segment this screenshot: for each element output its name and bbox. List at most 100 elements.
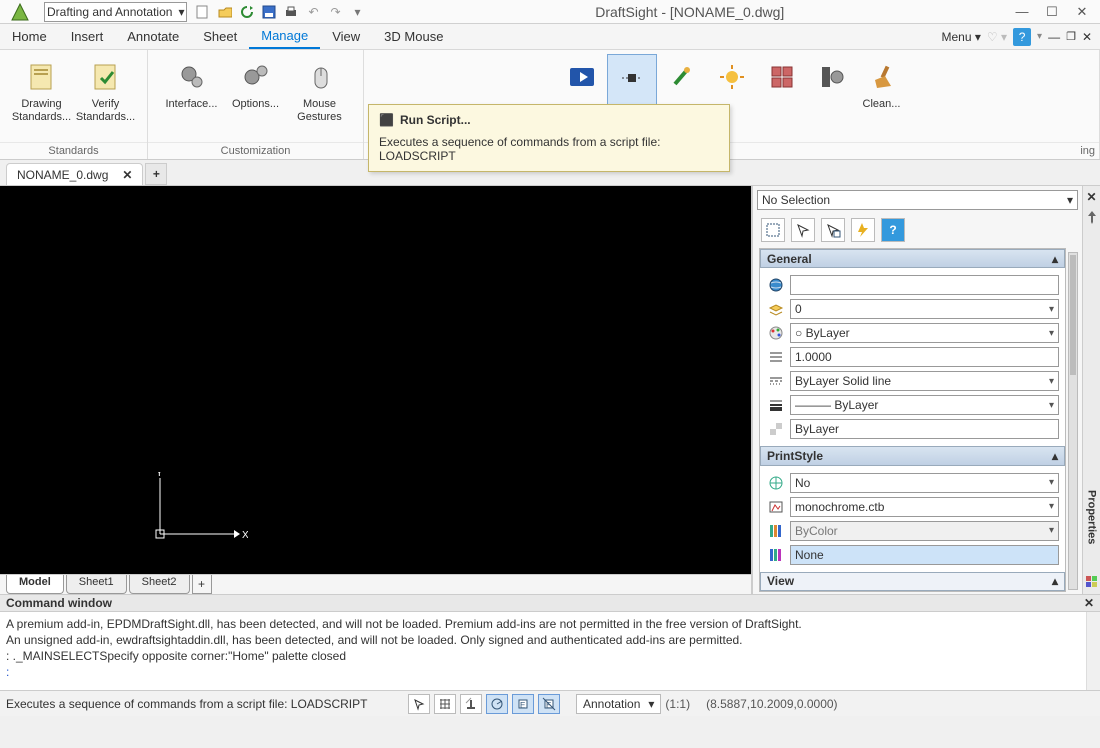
layer-icon xyxy=(766,300,786,318)
tab-insert[interactable]: Insert xyxy=(59,24,116,49)
attach-icon xyxy=(665,60,699,94)
printstyle-active-field[interactable]: No▾ xyxy=(790,473,1059,493)
hyperlink-field[interactable] xyxy=(790,275,1059,295)
drawing-standards-button[interactable]: Drawing Standards... xyxy=(10,54,74,142)
status-etrack-button[interactable]: E xyxy=(538,694,560,714)
scale-icon xyxy=(766,348,786,366)
clean-button[interactable]: Clean... xyxy=(857,54,907,142)
mouse-gestures-button[interactable]: Mouse Gestures xyxy=(288,54,352,142)
filmgear-button[interactable] xyxy=(807,54,857,142)
qat-new-icon[interactable] xyxy=(195,4,211,20)
tab-annotate[interactable]: Annotate xyxy=(115,24,191,49)
drawing-canvas[interactable]: X Y xyxy=(0,186,751,574)
add-tab-button[interactable]: + xyxy=(145,163,167,185)
options-button[interactable]: Options... xyxy=(224,54,288,142)
heart-icon[interactable]: ♡ ▾ xyxy=(987,30,1007,44)
command-line: An unsigned add-in, ewdraftsightaddin.dl… xyxy=(6,632,1094,648)
mdi-minimize-button[interactable]: — xyxy=(1048,30,1060,44)
group-customization-label: Customization xyxy=(148,142,363,159)
annotation-scale-selector[interactable]: Annotation▾ xyxy=(576,694,661,714)
transparency-field[interactable]: ByLayer xyxy=(790,419,1059,439)
properties-tab[interactable]: Properties xyxy=(1086,490,1098,544)
verify-standards-button[interactable]: Verify Standards... xyxy=(74,54,138,142)
status-polar-button[interactable] xyxy=(486,694,508,714)
collapse-icon: ▴ xyxy=(1052,574,1058,588)
add-sheet-button[interactable]: + xyxy=(192,575,212,594)
target-icon xyxy=(766,474,786,492)
gears-icon xyxy=(175,60,209,94)
svg-text:Y: Y xyxy=(156,472,163,479)
close-button[interactable]: ✕ xyxy=(1074,4,1090,20)
status-snap-button[interactable]: E xyxy=(512,694,534,714)
minimize-button[interactable]: — xyxy=(1014,4,1030,20)
menu-dropdown[interactable]: Menu ▾ xyxy=(942,30,981,44)
workspace-selector[interactable]: Drafting and Annotation ▾ xyxy=(44,2,187,22)
transparency-icon xyxy=(766,420,786,438)
grid-button[interactable] xyxy=(757,54,807,142)
selection-filter[interactable]: No Selection ▾ xyxy=(757,190,1078,210)
help-button[interactable]: ? xyxy=(1013,28,1031,46)
window-title: DraftSight - [NONAME_0.dwg] xyxy=(365,4,1014,20)
qat-undo-icon[interactable]: ↶ xyxy=(305,4,321,20)
sheet-tab-model[interactable]: Model xyxy=(6,575,64,594)
linetype-icon xyxy=(766,372,786,390)
tab-home[interactable]: Home xyxy=(0,24,59,49)
tab-view[interactable]: View xyxy=(320,24,372,49)
app-logo xyxy=(0,0,40,24)
play-icon xyxy=(565,60,599,94)
close-icon[interactable]: ✕ xyxy=(122,168,132,182)
mdi-close-button[interactable]: ✕ xyxy=(1082,30,1092,44)
lineweight-field[interactable]: ——— ByLayer▾ xyxy=(790,395,1059,415)
section-view-header[interactable]: View▴ xyxy=(760,572,1065,591)
tab-manage[interactable]: Manage xyxy=(249,24,320,49)
printstyle-mode-field: ByColor▾ xyxy=(790,521,1059,541)
qat-more-icon[interactable]: ▾ xyxy=(349,4,365,20)
qat-save-icon[interactable] xyxy=(261,4,277,20)
tab-3dmouse[interactable]: 3D Mouse xyxy=(372,24,455,49)
status-ortho-button[interactable] xyxy=(460,694,482,714)
section-printstyle-header[interactable]: PrintStyle▴ xyxy=(760,446,1065,465)
layer-field[interactable]: 0▾ xyxy=(790,299,1059,319)
qat-print-icon[interactable] xyxy=(283,4,299,20)
status-grid-button[interactable] xyxy=(434,694,456,714)
qat-open-icon[interactable] xyxy=(217,4,233,20)
sheet-tab-sheet1[interactable]: Sheet1 xyxy=(66,575,127,594)
qat-redo-icon[interactable]: ↷ xyxy=(327,4,343,20)
panel-close-button[interactable]: ✕ xyxy=(1086,190,1096,204)
printstyle-table-field[interactable]: monochrome.ctb▾ xyxy=(790,497,1059,517)
mdi-restore-button[interactable]: ❐ xyxy=(1066,30,1076,43)
command-scrollbar[interactable] xyxy=(1086,612,1100,690)
grid-mini-icon[interactable] xyxy=(1086,576,1098,588)
linestyle-field[interactable]: ByLayer Solid line▾ xyxy=(790,371,1059,391)
sheet-tab-sheet2[interactable]: Sheet2 xyxy=(129,575,190,594)
pin-icon[interactable] xyxy=(1086,210,1098,224)
panel-help-button[interactable]: ? xyxy=(881,218,905,242)
command-window[interactable]: A premium add-in, EPDMDraftSight.dll, ha… xyxy=(0,612,1100,690)
lineweight-icon xyxy=(766,396,786,414)
quickselect-button[interactable] xyxy=(761,218,785,242)
section-general-header[interactable]: General▴ xyxy=(760,249,1065,268)
command-close-button[interactable]: ✕ xyxy=(1084,596,1094,610)
svg-text:E: E xyxy=(520,701,525,710)
color-field[interactable]: ○ ByLayer▾ xyxy=(790,323,1059,343)
grid4-icon xyxy=(765,60,799,94)
pick-button[interactable] xyxy=(821,218,845,242)
interface-button[interactable]: Interface... xyxy=(160,54,224,142)
tab-sheet[interactable]: Sheet xyxy=(191,24,249,49)
status-cursor-button[interactable] xyxy=(408,694,430,714)
panel-scrollbar[interactable] xyxy=(1068,252,1078,590)
maximize-button[interactable]: ☐ xyxy=(1044,4,1060,20)
linescale-field[interactable]: 1.0000 xyxy=(790,347,1059,367)
chevron-down-icon: ▾ xyxy=(1067,193,1073,207)
file-tab[interactable]: NONAME_0.dwg ✕ xyxy=(6,163,143,185)
sun-icon xyxy=(715,60,749,94)
arrow-button[interactable] xyxy=(791,218,815,242)
qat-reload-icon[interactable] xyxy=(239,4,255,20)
flash-button[interactable] xyxy=(851,218,875,242)
printstyle-space-field[interactable]: None xyxy=(790,545,1059,565)
command-prompt[interactable]: : xyxy=(6,664,1094,680)
svg-text:X: X xyxy=(242,530,248,541)
group-standards-label: Standards xyxy=(0,142,147,159)
ucs-axes-icon: X Y xyxy=(148,472,248,552)
status-scale: (1:1) xyxy=(665,697,690,711)
